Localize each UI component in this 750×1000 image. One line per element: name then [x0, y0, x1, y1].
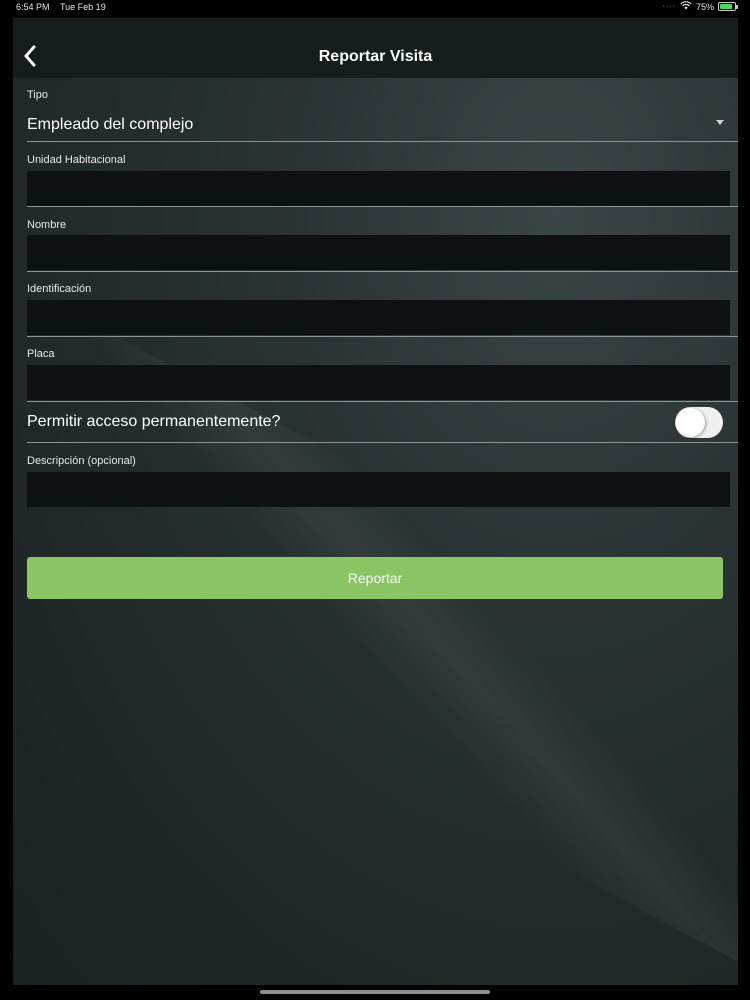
unidad-label: Unidad Habitacional	[27, 154, 126, 166]
status-right: ···· 75%	[662, 1, 738, 12]
tipo-underline	[27, 141, 738, 142]
descripcion-input[interactable]	[27, 472, 730, 507]
battery-icon	[718, 2, 738, 11]
permanente-toggle[interactable]	[675, 407, 723, 438]
toggle-knob	[676, 408, 705, 437]
battery-percent: 75%	[695, 1, 714, 12]
permanente-label: Permitir acceso permanentemente?	[27, 413, 281, 430]
status-time: 6:54 PM	[16, 2, 50, 12]
status-bar: 6:54 PM Tue Feb 19 ···· 75%	[0, 0, 750, 16]
page-title: Reportar Visita	[318, 48, 433, 65]
unidad-underline	[27, 206, 738, 207]
tipo-label: Tipo	[27, 89, 48, 101]
placa-underline	[27, 401, 738, 402]
placa-label: Placa	[27, 348, 55, 360]
caret-down-icon[interactable]	[716, 120, 724, 125]
status-date: Tue Feb 19	[60, 2, 106, 12]
reportar-button[interactable]: Reportar	[27, 557, 723, 599]
nombre-label: Nombre	[27, 219, 67, 231]
identificacion-input[interactable]	[27, 300, 730, 335]
identificacion-underline	[27, 336, 738, 337]
nombre-underline	[27, 271, 738, 272]
descripcion-label: Descripción (opcional)	[27, 455, 136, 467]
tipo-select-value[interactable]: Empleado del complejo	[27, 116, 193, 134]
wifi-icon	[680, 1, 692, 12]
permanente-underline	[27, 442, 738, 443]
unidad-input[interactable]	[27, 171, 730, 206]
placa-input[interactable]	[27, 365, 730, 400]
identificacion-label: Identificación	[27, 283, 92, 295]
app-screen: Reportar Visita Tipo Empleado del comple…	[13, 18, 738, 985]
home-indicator[interactable]	[260, 990, 490, 994]
nav-bar: Reportar Visita	[13, 18, 738, 78]
nombre-input[interactable]	[27, 235, 730, 270]
signal-icon: ····	[662, 3, 676, 10]
